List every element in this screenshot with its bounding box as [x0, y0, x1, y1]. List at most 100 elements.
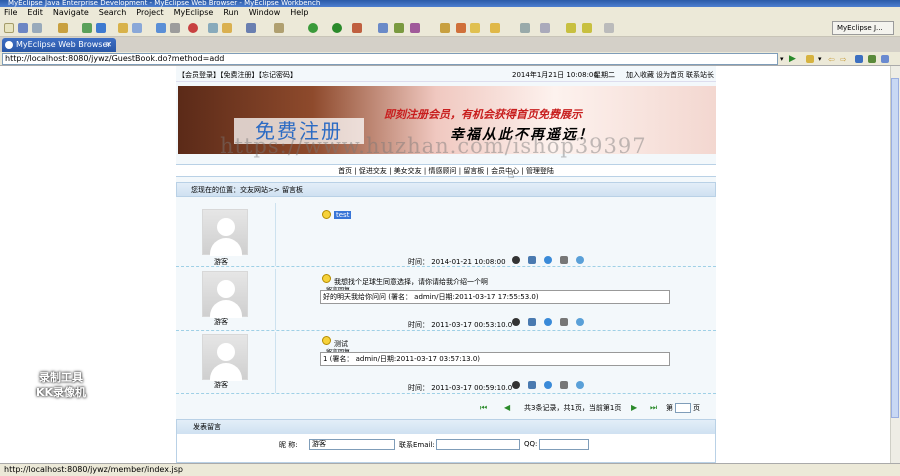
menu-search[interactable]: Search — [99, 7, 126, 19]
menu-run[interactable]: Run — [223, 7, 238, 19]
bookmark-icon[interactable] — [806, 55, 814, 63]
menu-window[interactable]: Window — [249, 7, 281, 19]
menu-file[interactable]: File — [4, 7, 17, 19]
reply-icon[interactable] — [576, 381, 584, 389]
task-icon[interactable] — [456, 23, 466, 33]
scrollbar-thumb[interactable] — [891, 78, 899, 418]
forward-arrow-icon[interactable]: ⇨ — [840, 55, 847, 64]
name-input[interactable]: 游客 — [309, 439, 395, 450]
reply-text: 好的明天我给你问问 (署名： admin/日期:2011-03-17 17:55… — [320, 290, 670, 304]
next-page-icon[interactable]: ▶ — [631, 401, 637, 415]
bookmark-dropdown-icon[interactable]: ▾ — [818, 55, 822, 63]
tools-icon[interactable] — [170, 23, 180, 33]
email-label: 联系Email: — [399, 441, 435, 449]
qq-icon[interactable] — [512, 318, 520, 326]
annotation-icon[interactable] — [470, 23, 480, 33]
edit-icon[interactable] — [560, 256, 568, 264]
nav-dating[interactable]: 促进交友 — [359, 167, 387, 175]
avatar — [202, 334, 248, 381]
smiley-icon — [322, 210, 331, 219]
add-favorite-link[interactable]: 加入收藏 — [626, 68, 654, 82]
pager-page-label: 页 — [693, 404, 700, 412]
back-icon[interactable] — [566, 23, 576, 33]
email-icon[interactable] — [528, 381, 536, 389]
browser-icon[interactable] — [156, 23, 166, 33]
open-type-icon[interactable] — [58, 23, 68, 33]
open-folder-icon[interactable] — [490, 23, 500, 33]
edit-icon[interactable] — [560, 381, 568, 389]
refactor-icon[interactable] — [274, 23, 284, 33]
qq-icon[interactable] — [512, 381, 520, 389]
perspective-switcher[interactable]: MyEclipse J... — [832, 21, 894, 35]
stop-loading-icon[interactable] — [855, 55, 863, 63]
qq-icon[interactable] — [512, 256, 520, 264]
new-interface-icon[interactable] — [410, 23, 420, 33]
entry-time: 时间： 2011-03-17 00:59:10.0 — [408, 384, 513, 392]
external-tools-icon[interactable] — [352, 23, 362, 33]
menu-edit[interactable]: Edit — [27, 7, 43, 19]
print-icon[interactable] — [32, 23, 42, 33]
run-icon[interactable] — [332, 23, 342, 33]
new-class-icon[interactable] — [378, 23, 388, 33]
entry-user-column: 游客 — [176, 203, 276, 266]
console-icon[interactable] — [246, 23, 256, 33]
refresh-icon[interactable] — [868, 55, 876, 63]
reply-icon[interactable] — [576, 318, 584, 326]
last-page-icon[interactable]: ⏭ — [650, 401, 657, 415]
close-icon[interactable]: ✕ — [105, 38, 112, 52]
new-package-icon[interactable] — [394, 23, 404, 33]
set-home-link[interactable]: 设为首页 — [656, 68, 684, 82]
back-arrow-icon[interactable]: ⇦ — [828, 55, 835, 64]
nav-beauty[interactable]: 美女交友 — [394, 167, 422, 175]
avatar — [202, 271, 248, 318]
qq-input[interactable] — [539, 439, 589, 450]
homepage-icon[interactable] — [544, 318, 552, 326]
menu-myeclipse[interactable]: MyEclipse — [174, 7, 214, 19]
package-icon[interactable] — [118, 23, 128, 33]
web-icon[interactable] — [132, 23, 142, 33]
menu-navigate[interactable]: Navigate — [53, 7, 89, 19]
email-icon[interactable] — [528, 256, 536, 264]
entry-user: 游客 — [214, 258, 228, 266]
member-links[interactable]: 【会员登录】【免费注册】【忘记密码】 — [178, 68, 297, 82]
contact-link[interactable]: 联系站长 — [686, 68, 714, 82]
nav-admin-login[interactable]: 管理登陆 — [526, 167, 554, 175]
nav-guestbook[interactable]: 留言板 — [463, 167, 484, 175]
editor-tab-bar — [0, 37, 900, 52]
page-number-input[interactable] — [675, 403, 691, 413]
search-icon[interactable] — [440, 23, 450, 33]
print-page-icon[interactable] — [881, 55, 889, 63]
last-edit-icon[interactable] — [604, 23, 614, 33]
url-input[interactable]: http://localhost:8080/jywz/GuestBook.do?… — [2, 53, 778, 65]
menu-help[interactable]: Help — [290, 7, 308, 19]
server-icon[interactable] — [96, 23, 106, 33]
nav-advice[interactable]: 情感顾问 — [429, 167, 457, 175]
nav-home[interactable]: 首页 — [338, 167, 352, 175]
reply-icon[interactable] — [576, 256, 584, 264]
go-icon[interactable]: ▶ — [789, 54, 796, 64]
forward-icon[interactable] — [582, 23, 592, 33]
save-icon[interactable] — [18, 23, 28, 33]
next-annotation-icon[interactable] — [520, 23, 530, 33]
nav-member-center[interactable]: 会员中心 — [491, 167, 519, 175]
homepage-icon[interactable] — [544, 381, 552, 389]
tab-web-browser[interactable]: MyEclipse Web Browser ✕ — [2, 38, 116, 52]
homepage-icon[interactable] — [544, 256, 552, 264]
url-dropdown-icon[interactable]: ▾ — [780, 55, 784, 63]
prev-annotation-icon[interactable] — [540, 23, 550, 33]
email-input[interactable] — [436, 439, 520, 450]
prev-page-icon[interactable]: ◀ — [504, 401, 510, 415]
email-icon[interactable] — [528, 318, 536, 326]
menu-project[interactable]: Project — [136, 7, 163, 19]
debug-icon[interactable] — [308, 23, 318, 33]
folder-icon[interactable] — [222, 23, 232, 33]
deploy-icon[interactable] — [82, 23, 92, 33]
new-icon[interactable] — [4, 23, 14, 33]
stop-icon[interactable] — [188, 23, 198, 33]
smiley-icon — [322, 274, 331, 283]
wizard-icon[interactable] — [208, 23, 218, 33]
tab-label: MyEclipse Web Browser — [16, 40, 111, 49]
form-header: 发表留言 — [177, 420, 715, 434]
first-page-icon[interactable]: ⏮ — [480, 401, 487, 415]
edit-icon[interactable] — [560, 318, 568, 326]
